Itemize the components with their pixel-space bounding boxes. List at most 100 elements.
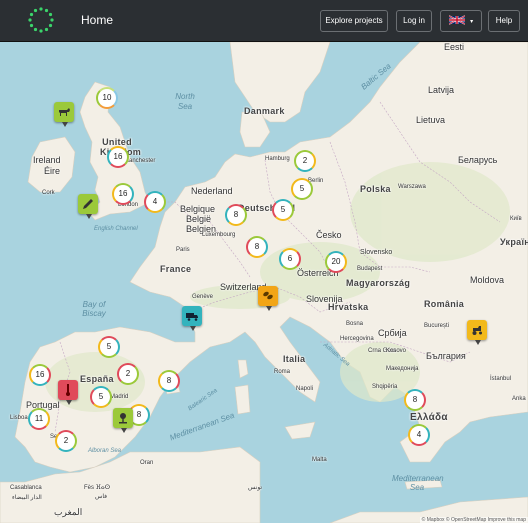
truck-icon [186,313,198,321]
label-bay-of-biscay: Bay of Biscay [82,300,106,318]
label-ireland: Ireland [33,155,61,165]
label-warszawa: Warszawa [398,184,426,190]
top-navigation-bar: Home Explore projects Log in ▾ Help [0,0,528,42]
home-link[interactable]: Home [81,13,113,27]
label-aldar: الدار البيضاء [12,495,42,501]
cluster-marker-lisbon[interactable]: 11 [28,408,50,430]
label-luxembourg: Luxembourg [202,232,236,238]
label-eire: Éire [44,166,61,176]
label-hercegovina: Hercegovina [340,336,374,342]
label-moldova: Moldova [470,275,505,285]
cluster-marker-munich[interactable]: 6 [279,248,301,270]
label-belgie: België [186,214,212,224]
label-geneve: Genève [192,294,214,300]
logo-icon[interactable] [27,6,55,34]
label-latvija: Latvija [428,85,455,95]
language-dropdown[interactable]: ▾ [440,10,482,32]
label-danmark: Danmark [244,106,285,116]
cow-icon [59,108,70,116]
label-kosovo: Kosovo [386,348,407,354]
uk-flag-icon [448,15,466,25]
map-view[interactable]: Eesti Latvija Lietuva Беларусь Polska Wa… [0,42,528,523]
label-fes: Fès ⴼⴰⵙ [84,485,111,491]
label-france: France [160,264,192,274]
label-eesti: Eesti [444,42,465,52]
label-tunisie: تونس [248,485,263,491]
leaves-icon [263,291,273,300]
project-pin-spain[interactable] [113,408,133,433]
label-makedonija: Македонија [386,366,419,372]
label-ellada: Ελλάδα [410,412,448,423]
cluster-marker-london-east[interactable]: 4 [144,191,166,213]
label-polska: Polska [360,184,391,194]
label-italia: Italia [283,354,306,364]
cluster-marker-manchester[interactable]: 16 [107,146,129,168]
label-ankara: Anka [512,396,526,402]
chevron-down-icon: ▾ [470,19,474,25]
tractor-icon [472,326,482,335]
label-fes-ar: فاس [95,494,108,500]
cluster-marker-belgium[interactable]: 8 [225,204,247,226]
pencil-icon [83,199,93,209]
label-shqiperia: Shqipëria [372,384,398,390]
label-lietuva: Lietuva [416,115,446,125]
label-cesko: Česko [316,230,342,240]
cluster-marker-germany-central[interactable]: 5 [272,199,294,221]
label-english-channel: English Channel [94,226,138,232]
cluster-marker-greece-north[interactable]: 8 [404,389,426,411]
label-malta: Malta [312,457,327,463]
label-paris: Paris [176,247,190,253]
cluster-marker-london[interactable]: 16 [112,183,134,205]
label-romania: România [424,299,465,309]
project-pin-scotland[interactable] [54,102,74,127]
explore-projects-button[interactable]: Explore projects [320,10,388,32]
label-budapest: Budapest [357,266,383,272]
map-attribution[interactable]: © Mapbox © OpenStreetMap Improve this ma… [419,517,528,523]
label-nederland: Nederland [191,186,233,196]
help-button[interactable]: Help [488,10,520,32]
project-pin-portugal[interactable] [58,380,78,405]
label-ukraine: Україна [500,237,528,247]
cluster-marker-germany-south[interactable]: 8 [246,236,268,258]
label-hamburg: Hamburg [265,156,290,162]
project-pin-alps[interactable] [258,286,278,311]
cluster-marker-scotland[interactable]: 10 [96,87,118,109]
cluster-marker-madrid[interactable]: 5 [90,386,112,408]
plant-icon [119,413,127,424]
label-madrid: Madrid [110,394,129,400]
login-button[interactable]: Log in [396,10,432,32]
label-alboran-sea: Alboran Sea [88,448,122,454]
label-srbija: Србија [378,328,407,338]
label-north-sea: North Sea [175,92,195,111]
cluster-marker-athens[interactable]: 4 [408,424,430,446]
project-pin-wales[interactable] [78,194,98,219]
project-pin-france[interactable] [182,306,202,331]
cluster-marker-seville[interactable]: 2 [55,430,77,452]
cluster-marker-berlin[interactable]: 5 [291,178,313,200]
label-belgique: Belgique [180,204,216,214]
label-casablanca: Casablanca [10,485,42,491]
label-espana: España [80,374,114,384]
label-roma: Roma [274,369,291,375]
label-slovensko: Slovensko [360,249,393,256]
label-istanbul: İstanbul [490,376,512,382]
cluster-marker-austria[interactable]: 20 [325,251,347,273]
label-belarus: Беларусь [458,155,498,165]
label-oran: Oran [140,460,154,466]
cluster-marker-spain-north[interactable]: 5 [98,336,120,358]
label-mediterranean-sea-east: Mediterranean Sea [392,474,444,492]
cluster-marker-hamburg[interactable]: 2 [294,150,316,172]
cluster-marker-balearic[interactable]: 8 [158,370,180,392]
label-bulgaria: България [426,351,466,361]
label-lisboa: Lisboa [10,415,28,421]
label-maghreb: المغرب [54,507,83,517]
label-cork: Cork [42,190,55,196]
project-pin-bulgaria[interactable] [467,320,487,345]
cluster-marker-spain-east[interactable]: 2 [117,363,139,385]
label-hrvatska: Hrvatska [328,302,369,312]
label-magyarorszag: Magyarország [346,278,411,288]
label-napoli: Napoli [296,386,314,392]
label-bucuresti: București [424,323,450,329]
thermometer-icon [66,384,70,396]
cluster-marker-portugal-north[interactable]: 16 [29,364,51,386]
